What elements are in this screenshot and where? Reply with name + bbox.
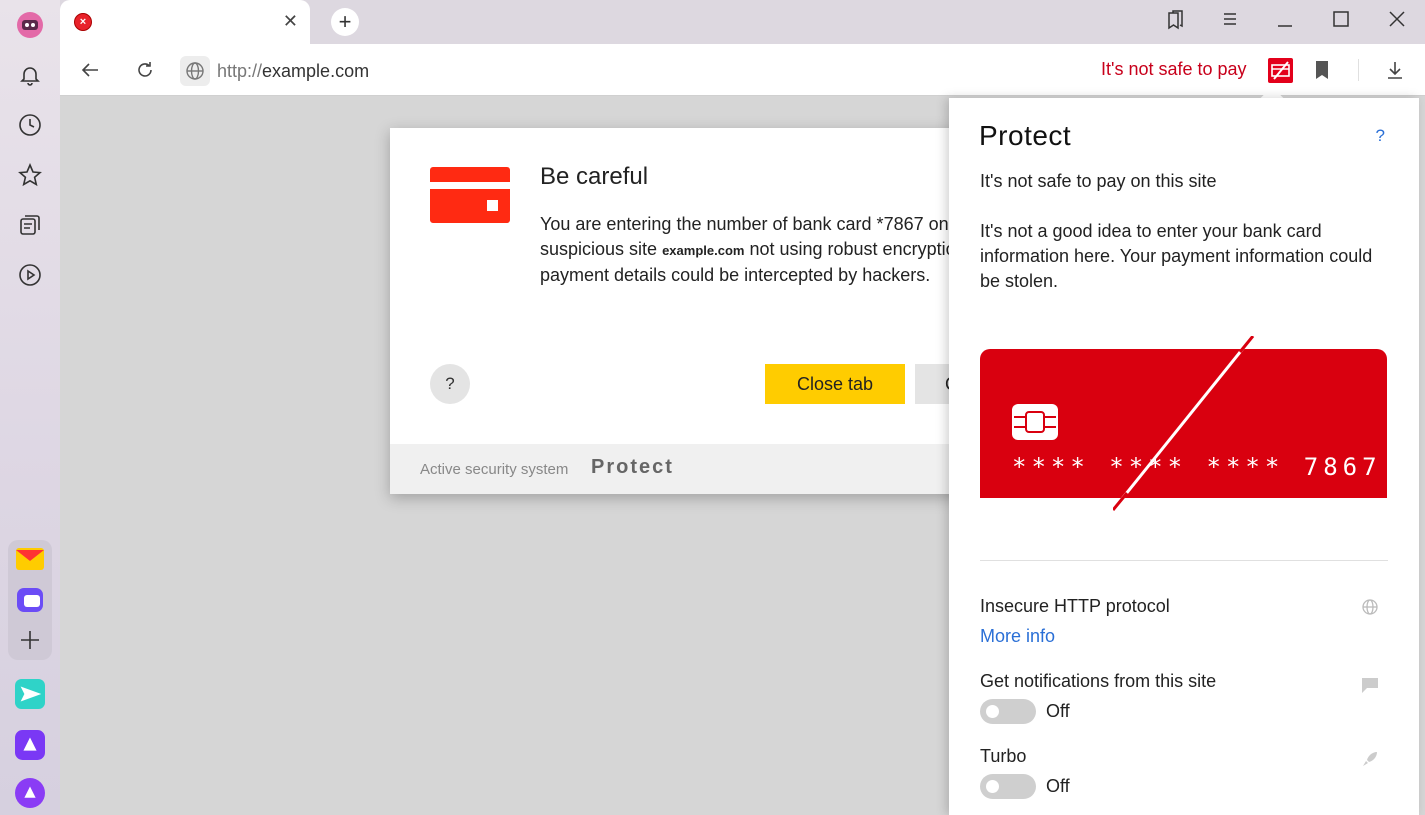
star-icon[interactable] xyxy=(15,160,45,190)
dialog-help-button[interactable]: ? xyxy=(430,364,470,404)
turbo-toggle[interactable] xyxy=(980,774,1036,799)
footer-brand: Protect xyxy=(591,456,674,478)
dialog-message: You are entering the number of bank card… xyxy=(540,212,960,288)
notifications-toggle[interactable] xyxy=(980,699,1036,724)
dialog-title: Be careful xyxy=(540,163,649,190)
card-slash-line xyxy=(1113,336,1255,511)
tab-active[interactable]: × ✕ xyxy=(60,0,310,45)
url-scheme: http:// xyxy=(217,61,263,81)
dialog-message-line-1: You are entering the number of bank card… xyxy=(540,214,960,234)
card-chip-icon xyxy=(1012,404,1058,440)
bookmark-icon[interactable] xyxy=(1311,59,1333,81)
payment-warning-dialog: Be careful You are entering the number o… xyxy=(390,128,1010,494)
menu-icon[interactable] xyxy=(1221,10,1239,33)
turbo-state: Off xyxy=(1046,776,1070,796)
http-protocol-label: Insecure HTTP protocol xyxy=(980,596,1170,616)
add-icon[interactable] xyxy=(15,625,45,655)
url-field[interactable]: http://example.com xyxy=(217,61,369,82)
bookmarks-sidebar-icon[interactable] xyxy=(1165,10,1185,35)
bell-icon[interactable] xyxy=(15,60,45,90)
more-info-link[interactable]: More info xyxy=(980,626,1055,647)
globe-small-icon xyxy=(1361,598,1379,616)
collections-icon[interactable] xyxy=(15,210,45,240)
alice-cloud-icon[interactable] xyxy=(15,730,45,760)
left-sidebar xyxy=(0,0,60,815)
panel-subtitle: It's not safe to pay on this site xyxy=(980,171,1217,191)
dialog-message-line-2-pre: suspicious site xyxy=(540,239,658,259)
send-icon[interactable] xyxy=(15,679,45,709)
globe-icon[interactable] xyxy=(180,56,210,86)
notifications-state: Off xyxy=(1046,701,1070,721)
url-host: example.com xyxy=(262,61,370,81)
error-favicon-icon: × xyxy=(74,13,92,31)
minimize-icon[interactable] xyxy=(1276,10,1294,33)
dialog-message-line-2: suspicious site example.com not using ro… xyxy=(540,237,960,263)
mail-icon[interactable] xyxy=(15,544,45,574)
messenger-icon[interactable] xyxy=(15,585,45,615)
protect-card-icon[interactable] xyxy=(1268,58,1293,83)
clock-icon[interactable] xyxy=(15,110,45,140)
rocket-icon xyxy=(1361,750,1379,768)
app-logo-icon[interactable] xyxy=(15,10,45,40)
notification-flag-icon xyxy=(1361,676,1379,694)
turbo-label: Turbo xyxy=(980,746,1027,766)
new-tab-button[interactable]: + xyxy=(331,8,359,36)
download-icon[interactable] xyxy=(1384,59,1406,81)
footer-text: Active security system xyxy=(420,461,569,478)
alice-icon[interactable] xyxy=(15,778,45,808)
bank-card-icon xyxy=(430,167,510,223)
dialog-footer: Active security system Protect xyxy=(390,444,1010,494)
reload-icon[interactable] xyxy=(134,59,156,81)
toolbar-divider xyxy=(1358,59,1359,81)
dialog-message-line-2-post: not using robust encryption. Your xyxy=(749,239,960,259)
back-icon[interactable] xyxy=(79,59,101,81)
close-tab-button[interactable]: Close tab xyxy=(765,364,905,404)
panel-divider xyxy=(980,560,1388,561)
tab-close-icon[interactable]: ✕ xyxy=(283,11,298,32)
panel-description: It's not a good idea to enter your bank … xyxy=(980,221,1373,291)
play-icon[interactable] xyxy=(15,260,45,290)
dialog-message-line-3: payment details could be intercepted by … xyxy=(540,265,931,285)
notifications-label: Get notifications from this site xyxy=(980,671,1217,691)
close-window-icon[interactable] xyxy=(1388,10,1406,33)
maximize-icon[interactable] xyxy=(1332,10,1350,33)
address-bar: http://example.com It's not safe to pay xyxy=(60,44,1425,96)
dialog-site-name: example.com xyxy=(662,243,745,258)
panel-title: Protect xyxy=(979,120,1072,151)
unsafe-payment-warning[interactable]: It's not safe to pay xyxy=(1101,59,1247,80)
panel-help-button[interactable]: ? xyxy=(1376,126,1385,146)
